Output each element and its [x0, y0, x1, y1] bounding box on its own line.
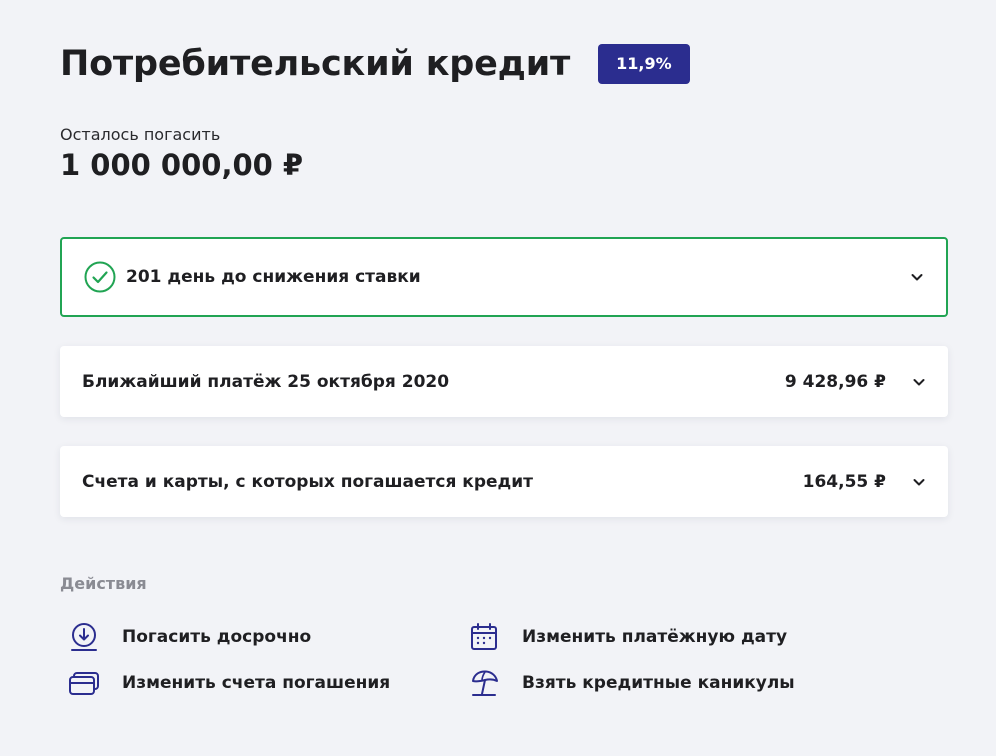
page-title: Потребительский кредит: [60, 44, 571, 84]
rate-reduction-card[interactable]: 201 день до снижения ставки: [60, 237, 948, 317]
rate-reduction-text: 201 день до снижения ставки: [126, 267, 421, 287]
repayment-accounts-amount: 164,55 ₽: [802, 471, 886, 492]
actions-heading: Действия: [60, 574, 147, 593]
chevron-down-icon[interactable]: [912, 375, 926, 389]
rate-badge: 11,9%: [598, 44, 690, 84]
change-repayment-accounts-label: Изменить счета погашения: [122, 673, 391, 693]
credit-holidays-action[interactable]: Взять кредитные каникулы: [468, 668, 795, 698]
cards-icon: [69, 672, 99, 695]
early-repayment-icon: [71, 623, 97, 651]
early-repayment-label: Погасить досрочно: [122, 627, 312, 647]
beach-umbrella-icon: [472, 670, 498, 696]
change-repayment-accounts-action[interactable]: Изменить счета погашения: [68, 668, 390, 698]
change-payment-date-label: Изменить платёжную дату: [522, 627, 788, 647]
early-repayment-action[interactable]: Погасить досрочно: [68, 622, 311, 652]
remaining-label: Осталось погасить: [60, 125, 221, 144]
credit-holidays-label: Взять кредитные каникулы: [522, 673, 795, 693]
chevron-down-icon[interactable]: [910, 270, 924, 284]
calendar-icon: [471, 623, 497, 650]
check-circle-icon: [84, 261, 116, 293]
repayment-accounts-card[interactable]: Счета и карты, с которых погашается кред…: [60, 446, 948, 517]
title-row: Потребительский кредит 11,9%: [60, 44, 690, 84]
repayment-accounts-text: Счета и карты, с которых погашается кред…: [82, 471, 534, 492]
next-payment-text: Ближайший платёж 25 октября 2020: [82, 371, 450, 392]
chevron-down-icon[interactable]: [912, 475, 926, 489]
change-payment-date-action[interactable]: Изменить платёжную дату: [468, 622, 787, 652]
next-payment-card[interactable]: Ближайший платёж 25 октября 2020 9 428,9…: [60, 346, 948, 417]
remaining-amount: 1 000 000,00 ₽: [60, 148, 304, 182]
next-payment-amount: 9 428,96 ₽: [784, 371, 886, 392]
